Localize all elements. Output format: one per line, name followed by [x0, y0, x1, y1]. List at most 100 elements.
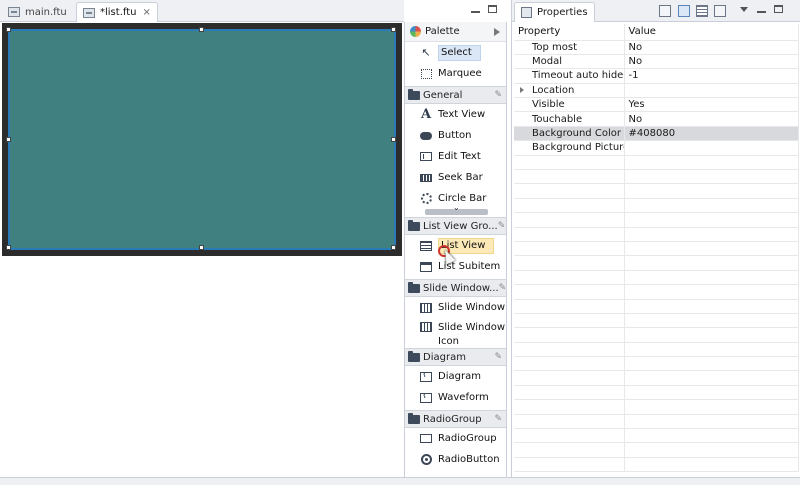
item-label: Slide Window Icon [438, 321, 505, 349]
resize-handle-bottom-left[interactable] [6, 245, 11, 250]
palette-group-diagram[interactable]: Diagram ✎ [405, 348, 506, 366]
palette-item-radio-button[interactable]: RadioButton [405, 449, 506, 470]
properties-table: Property Value Top most No Modal No Timeout … [514, 24, 799, 473]
empty-cell [624, 299, 799, 314]
property-value-cell[interactable]: No [624, 54, 799, 70]
palette-group-slide-window[interactable]: Slide Window... ✎ [405, 279, 506, 297]
palette-header[interactable]: Palette [405, 22, 506, 42]
empty-row [514, 370, 799, 386]
palette-item-text-view[interactable]: A Text View [405, 104, 506, 125]
property-value-cell[interactable]: #408080 [624, 126, 799, 142]
resize-handle-top[interactable] [199, 27, 204, 32]
folder-icon [408, 88, 420, 100]
palette-group-radio-group[interactable]: RadioGroup ✎ [405, 410, 506, 428]
pin-icon[interactable]: ✎ [494, 90, 502, 100]
empty-cell [514, 414, 625, 430]
palette-tool-marquee[interactable]: Marquee [405, 63, 506, 84]
item-label: Circle Bar [438, 192, 487, 204]
window-control[interactable] [6, 27, 396, 250]
design-canvas-frame [2, 23, 402, 256]
show-advanced-icon[interactable] [696, 5, 708, 17]
empty-row [514, 227, 799, 242]
empty-cell [624, 255, 799, 271]
empty-cell [624, 227, 799, 242]
property-name-cell: Modal [514, 54, 625, 70]
minimize-icon[interactable] [757, 11, 766, 13]
maximize-icon[interactable] [488, 5, 497, 13]
editor-pane: main.ftu *list.ftu ⨯ [0, 0, 497, 485]
palette-item-seek-bar[interactable]: Seek Bar [405, 167, 506, 188]
table-row[interactable]: Top most No [514, 40, 799, 55]
restore-default-icon[interactable] [714, 5, 726, 17]
empty-cell [514, 299, 625, 314]
palette-item-slide-window[interactable]: Slide Window [405, 297, 506, 318]
list-view-icon [420, 240, 432, 252]
pin-icon[interactable]: ✎ [498, 221, 506, 231]
property-name: Modal [532, 56, 562, 68]
property-value-cell[interactable]: Yes [624, 97, 799, 113]
resize-handle-bottom-right[interactable] [391, 245, 396, 250]
table-row[interactable]: Background Picture [514, 140, 799, 156]
empty-cell [514, 169, 625, 185]
resize-handle-top-left[interactable] [6, 27, 11, 32]
property-value-cell[interactable] [624, 83, 799, 99]
resize-handle-top-right[interactable] [391, 27, 396, 32]
palette-item-diagram[interactable]: Diagram [405, 366, 506, 387]
palette-group-general[interactable]: General ✎ [405, 86, 506, 104]
palette-item-edit-text[interactable]: Edit Text [405, 146, 506, 167]
property-name: Touchable [532, 113, 583, 125]
property-value-cell[interactable] [624, 140, 799, 156]
palette-item-radio-group[interactable]: RadioGroup [405, 428, 506, 449]
property-value-cell[interactable]: No [624, 40, 799, 55]
resize-handle-left[interactable] [6, 137, 11, 142]
group-label: Diagram [423, 351, 466, 363]
table-row[interactable]: Visible Yes [514, 97, 799, 113]
expand-arrow-icon[interactable] [520, 86, 524, 93]
pin-to-selection-icon[interactable] [659, 5, 671, 17]
palette-item-waveform[interactable]: Waveform [405, 387, 506, 408]
pin-icon[interactable]: ✎ [499, 283, 506, 293]
palette-item-list-subitem[interactable]: List Subitem [405, 256, 506, 277]
group-label: General [423, 89, 463, 101]
palette-item-button[interactable]: Button [405, 125, 506, 146]
pin-icon[interactable]: ✎ [494, 352, 502, 362]
table-row[interactable]: Location [514, 83, 799, 99]
tab-main-ftu[interactable]: main.ftu [2, 2, 73, 22]
property-name-cell: Top most [514, 40, 625, 55]
maximize-icon[interactable] [774, 5, 783, 13]
empty-cell [624, 155, 799, 171]
show-categories-icon[interactable] [678, 5, 690, 17]
palette-item-list-view[interactable]: List View [405, 235, 506, 256]
tab-properties[interactable]: Properties [514, 2, 595, 22]
circle-bar-icon [420, 193, 432, 205]
palette-group-list-view[interactable]: List View Gro... ✎ [405, 217, 506, 235]
pin-icon[interactable]: ✎ [494, 414, 502, 424]
collapse-arrow-icon[interactable] [494, 27, 500, 36]
column-header-value: Value [624, 24, 799, 41]
tab-list-ftu[interactable]: *list.ftu ⨯ [76, 2, 158, 22]
property-name-cell: Timeout auto hide [514, 68, 625, 84]
item-label: Text View [438, 108, 486, 120]
empty-cell [514, 370, 625, 386]
property-value-cell[interactable]: No [624, 111, 799, 127]
table-row[interactable]: Touchable No [514, 111, 799, 127]
close-icon[interactable]: ⨯ [142, 7, 150, 18]
table-row[interactable]: Timeout auto hide -1 [514, 68, 799, 84]
empty-row [514, 313, 799, 329]
property-name: Visible [532, 99, 565, 111]
view-menu-icon[interactable] [740, 7, 748, 12]
palette-item-slide-window-icon[interactable]: Slide Window Icon [405, 318, 506, 347]
table-row[interactable]: Modal No [514, 54, 799, 70]
palette-tool-select[interactable]: ↖ Select [405, 42, 506, 63]
resize-handle-bottom[interactable] [199, 245, 204, 250]
radio-group-icon [420, 433, 432, 445]
table-row[interactable]: Background Color #408080 [514, 126, 799, 142]
group-scroll-button[interactable] [425, 203, 488, 215]
tool-label: Marquee [438, 67, 482, 79]
resize-handle-right[interactable] [391, 137, 396, 142]
empty-row [514, 169, 799, 185]
empty-row [514, 198, 799, 214]
property-value-cell[interactable]: -1 [624, 68, 799, 84]
minimize-icon[interactable] [471, 11, 480, 13]
property-name-cell: Visible [514, 97, 625, 113]
